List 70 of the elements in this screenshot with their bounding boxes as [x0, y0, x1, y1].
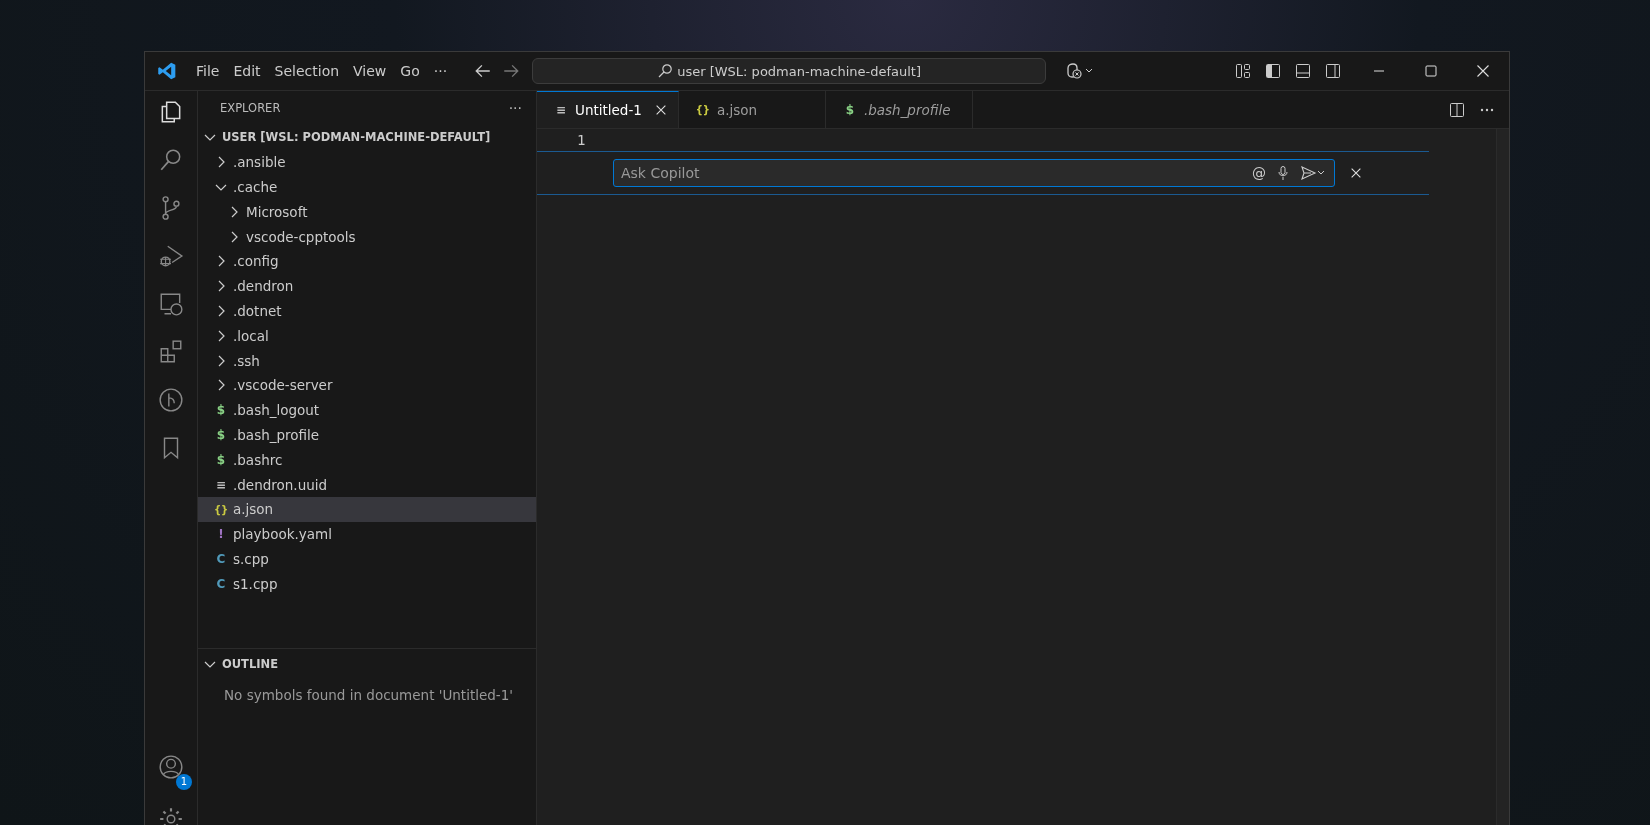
command-center-text: user [WSL: podman-machine-default] [677, 63, 921, 79]
tree-item[interactable]: C s1.cpp [198, 571, 536, 597]
back-arrow-icon[interactable] [474, 62, 493, 80]
extensions-icon[interactable] [158, 339, 184, 365]
tree-item[interactable]: $ .bash_profile [198, 422, 536, 448]
tree-item[interactable]: $ .bashrc [198, 447, 536, 473]
run-debug-icon[interactable] [158, 243, 184, 269]
toggle-panel-icon[interactable] [1295, 63, 1311, 79]
close-icon[interactable] [1475, 63, 1491, 79]
app-logo-icon [157, 61, 177, 81]
toggle-sidebar-icon[interactable] [1265, 63, 1281, 79]
menu-item[interactable]: Go [400, 63, 420, 79]
mention-button[interactable]: @ [1252, 165, 1266, 181]
tree-item[interactable]: $ .bash_logout [198, 397, 536, 423]
tree-item[interactable]: .dotnet [198, 298, 536, 324]
yaml-file-icon: ! [213, 527, 229, 542]
editor-tab[interactable]: $ .bash_profile [825, 91, 973, 128]
remote-explorer-icon[interactable] [158, 291, 184, 317]
more-actions-button[interactable]: ··· [508, 100, 522, 116]
tree-item[interactable]: vscode-cpptools [198, 224, 536, 249]
tree-item[interactable]: .dendron [198, 273, 536, 299]
tree-item[interactable]: ≡ .dendron.uuid [198, 472, 536, 497]
outline-message: No symbols found in document 'Untitled-1' [223, 685, 514, 703]
shell-file-icon: $ [213, 452, 229, 467]
command-center[interactable]: user [WSL: podman-machine-default] [532, 58, 1047, 84]
tree-item[interactable]: C s.cpp [198, 546, 536, 572]
outline-header[interactable]: OUTLINE [222, 657, 279, 672]
maximize-icon[interactable] [1423, 63, 1439, 79]
menu-item[interactable]: View [353, 63, 387, 79]
scrollbar[interactable] [1496, 129, 1509, 825]
tree-root-label: USER [WSL: PODMAN-MACHINE-DEFAULT] [222, 130, 491, 145]
microphone-icon[interactable] [1275, 165, 1291, 181]
account-icon[interactable] [158, 754, 184, 780]
tree-item[interactable]: Microsoft [198, 199, 536, 225]
editor-tab[interactable]: ≡ Untitled-1 [537, 91, 679, 128]
json-file-icon: {} [694, 104, 711, 115]
menu-item[interactable]: Edit [233, 63, 261, 79]
forward-arrow-icon[interactable] [502, 62, 521, 80]
line-number: 1 [577, 132, 586, 148]
tree-item[interactable]: .ansible [198, 149, 536, 175]
json-file-icon: {} [213, 503, 229, 515]
tree-item[interactable]: ! playbook.yaml [198, 521, 536, 547]
tree-item[interactable]: .cache [198, 174, 536, 200]
shell-file-icon: $ [213, 403, 229, 418]
cpp-file-icon: C [213, 576, 229, 591]
more-menu[interactable]: ··· [433, 63, 448, 79]
tree-item[interactable]: .local [198, 323, 536, 349]
menu-item[interactable]: Selection [274, 63, 340, 79]
cpp-file-icon: C [213, 551, 229, 566]
shell-file-icon: $ [841, 102, 858, 117]
tree-item[interactable]: .vscode-server [198, 372, 536, 398]
text-file-icon: ≡ [213, 477, 229, 492]
toggle-secondary-sidebar-icon[interactable] [1325, 63, 1341, 79]
tree-item[interactable]: {} a.json [198, 496, 536, 522]
git-graph-icon[interactable] [158, 387, 184, 413]
customize-layout-icon[interactable] [1235, 63, 1251, 79]
text-file-icon: ≡ [553, 103, 569, 117]
editor-tab[interactable]: {} a.json [678, 91, 826, 128]
tree-item[interactable]: .config [198, 249, 536, 274]
menu-item[interactable]: File [196, 63, 220, 79]
tree-item[interactable]: .ssh [198, 348, 536, 373]
ask-copilot-field[interactable]: Ask Copilot @ [613, 159, 1335, 187]
send-icon[interactable] [1300, 165, 1326, 181]
tree-root[interactable]: USER [WSL: PODMAN-MACHINE-DEFAULT] [198, 125, 536, 150]
sidebar-title: EXPLORER [220, 101, 281, 115]
split-editor-icon[interactable] [1449, 101, 1465, 118]
close-icon[interactable] [1349, 166, 1363, 180]
search-icon [657, 63, 674, 79]
shell-file-icon: $ [213, 427, 229, 442]
notification-badge: 1 [176, 774, 192, 790]
